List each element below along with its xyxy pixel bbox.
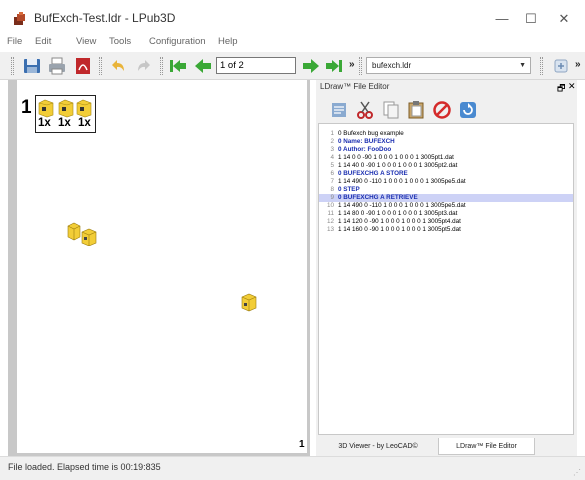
toolbar-grip[interactable] <box>540 57 543 75</box>
instruction-page[interactable] <box>17 80 307 453</box>
parts-list-bricks <box>38 99 92 118</box>
next-page-icon[interactable] <box>301 56 321 76</box>
menu-tools[interactable]: Tools <box>109 36 131 47</box>
window-title: BufExch-Test.ldr - LPub3D <box>34 11 176 25</box>
delete-icon[interactable] <box>432 100 452 120</box>
code-line[interactable]: 41 14 0 0 -90 1 0 0 0 1 0 0 0 1 3005pt1.… <box>319 154 573 162</box>
code-line[interactable]: 80 STEP <box>319 186 573 194</box>
redo-icon[interactable] <box>134 56 154 76</box>
brick-icon <box>76 99 92 118</box>
toolbar-grip[interactable] <box>11 57 14 75</box>
code-line[interactable]: 10 1 14 490 0 -110 1 0 0 0 1 0 0 0 1 3005… <box>319 202 573 210</box>
file-select-dropdown[interactable]: bufexch.ldr ▼ <box>366 57 531 74</box>
toolbar-overflow-chevron[interactable]: » <box>349 59 355 70</box>
menu-view[interactable]: View <box>76 36 96 47</box>
code-line[interactable]: 20 Name: BUFEXCH <box>319 138 573 146</box>
close-button[interactable]: ✕ <box>549 8 579 30</box>
cut-icon[interactable] <box>355 100 375 120</box>
brick-icon <box>58 99 74 118</box>
part-quantity: 1x <box>58 117 71 129</box>
stored-brick-image[interactable] <box>240 292 258 312</box>
tab-3d-viewer[interactable]: 3D Viewer - by LeoCAD© <box>318 438 438 455</box>
menu-configuration[interactable]: Configuration <box>149 36 206 47</box>
pdf-icon[interactable] <box>73 56 93 76</box>
toolbar-overflow-chevron-right[interactable]: » <box>575 59 581 70</box>
menu-file[interactable]: File <box>7 36 22 47</box>
editor-preferences-icon[interactable] <box>329 100 349 120</box>
save-icon[interactable] <box>22 56 42 76</box>
code-line[interactable]: 60 BUFEXCHG A STORE <box>319 170 573 178</box>
resize-grip-icon[interactable]: ⋰ <box>573 468 581 477</box>
page-number-label: 1 <box>299 439 305 450</box>
status-bar: File loaded. Elapsed time is 00:19:835 ⋰ <box>0 456 585 480</box>
menu-bar: File Edit View Tools Configuration Help <box>0 36 585 52</box>
last-page-icon[interactable] <box>324 56 344 76</box>
title-bar: BufExch-Test.ldr - LPub3D — ☐ ✕ <box>0 0 585 36</box>
part-quantity: 1x <box>78 117 91 129</box>
toolbar-grip[interactable] <box>359 57 362 75</box>
lpub3d-app-icon <box>14 12 25 25</box>
code-line[interactable]: 71 14 490 0 -110 1 0 0 0 1 0 0 0 1 3005p… <box>319 178 573 186</box>
code-line[interactable]: 10 Bufexch bug example <box>319 130 573 138</box>
code-editor[interactable]: 10 Bufexch bug example 20 Name: BUFEXCH … <box>318 123 574 435</box>
code-line[interactable]: 11 1 14 80 0 -90 1 0 0 0 1 0 0 0 1 3005pt… <box>319 210 573 218</box>
redraw-icon[interactable] <box>458 100 478 120</box>
copy-icon[interactable] <box>381 100 401 120</box>
toolbar-grip[interactable] <box>160 57 163 75</box>
undo-icon[interactable] <box>108 56 128 76</box>
main-toolbar: 1 of 2 » bufexch.ldr ▼ » <box>0 52 585 80</box>
paste-icon[interactable] <box>406 100 426 120</box>
code-line[interactable]: 13 1 14 160 0 -90 1 0 0 0 1 0 0 0 1 3005p… <box>319 226 573 234</box>
menu-edit[interactable]: Edit <box>35 36 51 47</box>
dock-title: LDraw™ File Editor <box>320 82 390 91</box>
close-dock-button[interactable]: ✕ <box>568 81 576 92</box>
maximize-button[interactable]: ☐ <box>516 8 546 30</box>
previous-page-icon[interactable] <box>193 56 213 76</box>
print-icon[interactable] <box>47 56 67 76</box>
assembled-bricks-image[interactable] <box>66 220 102 246</box>
tab-ldraw-file-editor[interactable]: LDraw™ File Editor <box>438 438 535 455</box>
first-page-icon[interactable] <box>168 56 188 76</box>
page-number-input[interactable]: 1 of 2 <box>216 57 296 74</box>
code-line-current[interactable]: 90 BUFEXCHG A RETRIEVE <box>319 194 573 202</box>
code-line[interactable]: 30 Author: FooDoo <box>319 146 573 154</box>
float-dock-button[interactable]: 🗗 <box>557 81 565 97</box>
brick-icon <box>38 99 54 118</box>
chevron-down-icon: ▼ <box>519 62 526 69</box>
part-quantity: 1x <box>38 117 51 129</box>
step-number[interactable]: 1 <box>21 97 32 119</box>
toolbar-grip[interactable] <box>99 57 102 75</box>
code-line[interactable]: 51 14 40 0 -90 1 0 0 0 1 0 0 0 1 3005pt2… <box>319 162 573 170</box>
lpub-tools-icon[interactable] <box>551 56 571 76</box>
menu-help[interactable]: Help <box>218 36 238 47</box>
status-text: File loaded. Elapsed time is 00:19:835 <box>8 462 161 472</box>
file-select-value: bufexch.ldr <box>372 61 412 70</box>
code-line[interactable]: 12 1 14 120 0 -90 1 0 0 0 1 0 0 0 1 3005p… <box>319 218 573 226</box>
minimize-button[interactable]: — <box>487 8 517 30</box>
